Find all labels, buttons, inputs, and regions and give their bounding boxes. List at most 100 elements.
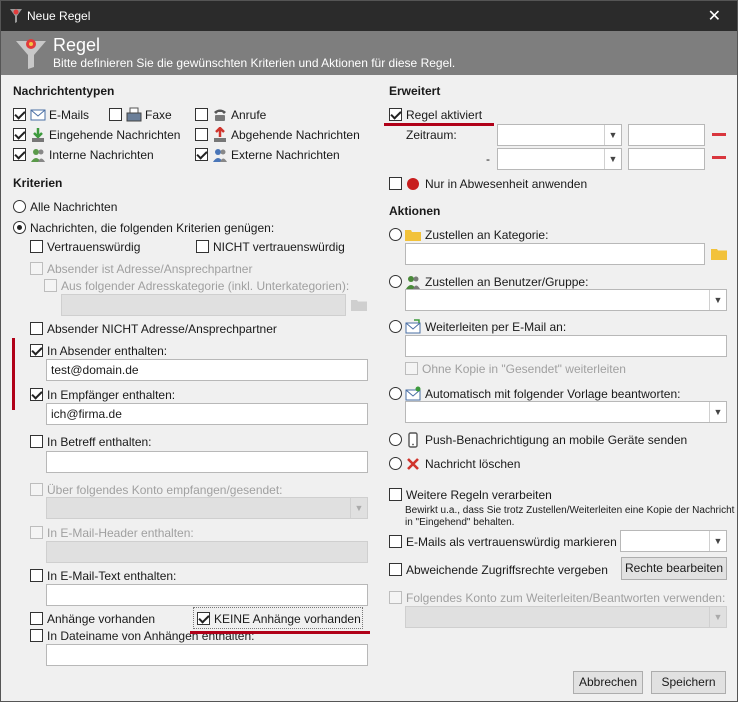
vertrauenswuerdig-markieren-label: E-Mails als vertrauenswürdig markieren — [406, 535, 617, 549]
abbrechen-button[interactable]: Abbrechen — [573, 671, 643, 694]
absender-ist-adresse-checkbox[interactable] — [30, 262, 43, 275]
in-header-checkbox[interactable] — [30, 526, 43, 539]
extern-label: Externe Nachrichten — [231, 148, 340, 162]
loeschen-label: Nachricht löschen — [425, 457, 521, 471]
anrufe-label: Anrufe — [231, 108, 267, 122]
chevron-down-icon: ▼ — [709, 607, 726, 627]
konto-combo-disabled[interactable]: ▼ — [46, 497, 368, 519]
weitere-regeln-note-2: in "Eingehend" behalten. — [405, 517, 515, 528]
anhaenge-label: Anhänge vorhanden — [47, 612, 156, 626]
anrufe-checkbox[interactable] — [195, 108, 208, 121]
kategorie-input[interactable] — [405, 243, 705, 265]
users-icon — [406, 276, 420, 289]
in-betreff-input[interactable] — [46, 451, 368, 473]
push-radio[interactable] — [389, 433, 402, 446]
in-betreff-checkbox[interactable] — [30, 435, 43, 448]
in-absender-input[interactable]: test@domain.de — [46, 359, 368, 381]
new-rule-dialog: Neue Regel ✕ Regel Bitte definieren Sie … — [0, 0, 738, 702]
in-header-input[interactable] — [46, 541, 368, 563]
browse-folder-icon[interactable] — [711, 247, 727, 260]
clear-start-icon[interactable] — [712, 133, 726, 136]
absender-nicht-adresse-label: Absender NICHT Adresse/Ansprechpartner — [47, 322, 277, 336]
in-text-checkbox[interactable] — [30, 569, 43, 582]
fax-icon — [126, 107, 142, 122]
adresskategorie-field[interactable] — [61, 294, 346, 316]
emails-checkbox[interactable] — [13, 108, 26, 121]
annotation-bracket — [12, 338, 15, 410]
zeitraum-end-date[interactable]: ▼ — [497, 148, 622, 170]
anhaenge-checkbox[interactable] — [30, 612, 43, 625]
regel-aktiviert-label: Regel aktiviert — [406, 108, 483, 122]
folder-icon-disabled[interactable] — [351, 298, 367, 311]
weiterleiten-radio[interactable] — [389, 320, 402, 333]
zeitraum-start-time[interactable] — [628, 124, 705, 146]
chevron-down-icon: ▼ — [350, 498, 367, 518]
ohne-kopie-checkbox[interactable] — [405, 362, 418, 375]
vorlage-radio[interactable] — [389, 387, 402, 400]
weitere-regeln-note-1: Bewirkt u.a., dass Sie trotz Zustellen/W… — [405, 505, 735, 516]
benutzer-label: Zustellen an Benutzer/Gruppe: — [425, 275, 589, 289]
in-empfaenger-input[interactable]: ich@firma.de — [46, 403, 368, 425]
mobile-phone-icon — [408, 432, 418, 448]
weiterleiten-label: Weiterleiten per E-Mail an: — [425, 320, 567, 334]
eingehend-checkbox[interactable] — [13, 128, 26, 141]
folgende-kriterien-label: Nachrichten, die folgenden Kriterien gen… — [30, 221, 275, 235]
vertrauenswuerdig-checkbox[interactable] — [30, 240, 43, 253]
clear-end-icon[interactable] — [712, 156, 726, 159]
chevron-down-icon: ▼ — [709, 290, 726, 310]
loeschen-radio[interactable] — [389, 457, 402, 470]
incoming-arrow-icon — [32, 128, 44, 142]
vorlage-combo[interactable]: ▼ — [405, 401, 727, 423]
dateiname-input[interactable] — [46, 644, 368, 666]
abwesenheit-checkbox[interactable] — [389, 177, 402, 190]
kategorie-radio[interactable] — [389, 228, 402, 241]
red-dot-icon — [407, 178, 419, 190]
konto-weiterleiten-checkbox[interactable] — [389, 591, 402, 604]
vertrauenswuerdig-combo[interactable]: ▼ — [620, 530, 727, 552]
vertrauenswuerdig-markieren-checkbox[interactable] — [389, 535, 402, 548]
vertrauenswuerdig-label: Vertrauenswürdig — [47, 240, 141, 254]
chevron-down-icon: ▼ — [709, 402, 726, 422]
abwesenheit-label: Nur in Abwesenheit anwenden — [425, 177, 588, 191]
title-bar: Neue Regel ✕ — [1, 1, 737, 31]
absender-nicht-adresse-checkbox[interactable] — [30, 322, 43, 335]
konto-weiterleiten-combo[interactable]: ▼ — [405, 606, 727, 628]
dateiname-checkbox[interactable] — [30, 629, 43, 642]
speichern-button[interactable]: Speichern — [651, 671, 726, 694]
header-title: Regel — [53, 35, 101, 55]
header-subtitle: Bitte definieren Sie die gewünschten Kri… — [53, 56, 456, 70]
alle-nachrichten-radio[interactable] — [13, 200, 26, 213]
zeitraum-start-date[interactable]: ▼ — [497, 124, 622, 146]
phone-icon — [214, 109, 226, 121]
intern-checkbox[interactable] — [13, 148, 26, 161]
aus-kategorie-label: Aus folgender Adresskategorie (inkl. Unt… — [61, 279, 350, 293]
keine-anhaenge-checkbox[interactable] — [197, 612, 210, 625]
vorlage-label: Automatisch mit folgender Vorlage beantw… — [425, 387, 681, 401]
zeitraum-end-time[interactable] — [628, 148, 705, 170]
chevron-down-icon: ▼ — [604, 125, 621, 145]
nicht-vertrauenswuerdig-checkbox[interactable] — [196, 240, 209, 253]
regel-aktiviert-checkbox[interactable] — [389, 108, 402, 121]
close-icon[interactable]: ✕ — [708, 6, 721, 26]
extern-checkbox[interactable] — [195, 148, 208, 161]
in-empfaenger-checkbox[interactable] — [30, 388, 43, 401]
weiterleiten-input[interactable] — [405, 335, 727, 357]
rechte-bearbeiten-button[interactable]: Rechte bearbeiten — [621, 557, 727, 580]
in-text-input[interactable] — [46, 584, 368, 606]
weitere-regeln-checkbox[interactable] — [389, 488, 402, 501]
in-absender-checkbox[interactable] — [30, 344, 43, 357]
eingehend-label: Eingehende Nachrichten — [49, 128, 181, 142]
aus-kategorie-checkbox[interactable] — [44, 279, 57, 292]
benutzer-radio[interactable] — [389, 275, 402, 288]
zeitraum-label: Zeitraum: — [406, 128, 457, 142]
ueber-konto-checkbox[interactable] — [30, 483, 43, 496]
section-nachrichtentypen: Nachrichtentypen — [13, 84, 115, 98]
delete-x-icon — [407, 458, 419, 470]
folgende-kriterien-radio[interactable] — [13, 221, 26, 234]
benutzer-combo[interactable]: ▼ — [405, 289, 727, 311]
faxe-checkbox[interactable] — [109, 108, 122, 121]
in-header-label: In E-Mail-Header enthalten: — [47, 526, 194, 540]
zugriffsrechte-checkbox[interactable] — [389, 563, 402, 576]
ohne-kopie-label: Ohne Kopie in "Gesendet" weiterleiten — [422, 362, 626, 376]
abgehend-checkbox[interactable] — [195, 128, 208, 141]
